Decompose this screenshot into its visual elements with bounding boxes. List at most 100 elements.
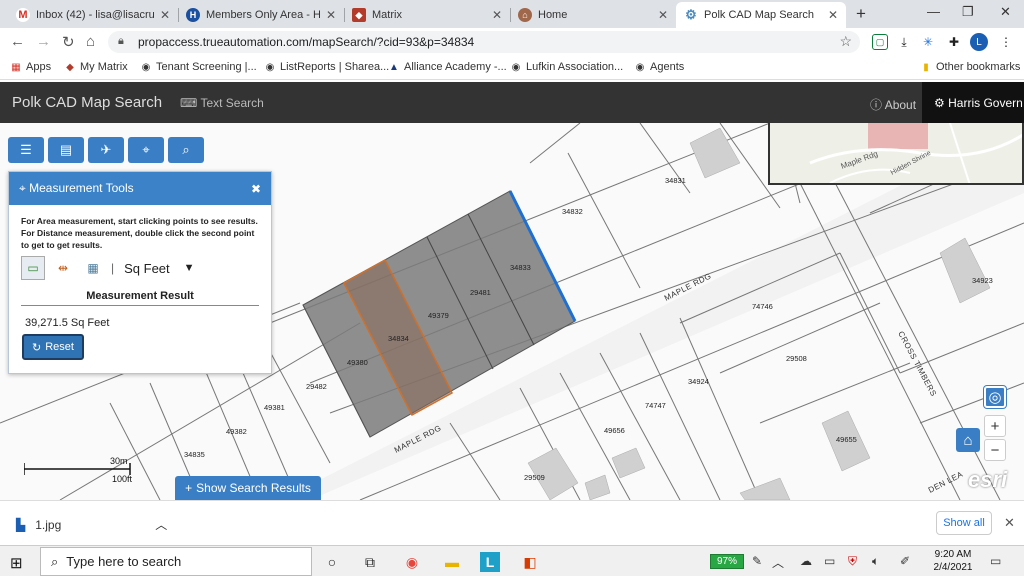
menu-icon[interactable]: ⋮ <box>998 34 1014 50</box>
basemap-button[interactable]: ▤ <box>48 137 84 163</box>
chrome-icon[interactable]: ◉ <box>400 550 424 574</box>
notifications-icon[interactable]: ▭ <box>990 554 1001 568</box>
bookmark-my-matrix[interactable]: ◆ My Matrix <box>64 61 128 73</box>
office-icon[interactable]: ◧ <box>518 550 542 574</box>
close-icon[interactable]: ✕ <box>828 8 838 22</box>
close-icon[interactable]: ✕ <box>160 8 170 22</box>
network-icon[interactable]: ▭ <box>824 554 835 568</box>
parcel-label: 49656 <box>604 426 625 435</box>
chevron-down-icon[interactable]: ▼ <box>184 262 195 274</box>
show-search-results-button[interactable]: + Show Search Results <box>175 476 321 500</box>
tab-label: Members Only Area - HAR.c <box>206 9 320 21</box>
locate-me-button[interactable]: ◎ <box>984 386 1006 408</box>
unit-select[interactable]: Sq Feet <box>124 261 170 276</box>
reload-icon[interactable]: ↻ <box>62 33 75 51</box>
matrix-icon: ◆ <box>66 61 74 73</box>
show-all-button[interactable]: Show all <box>936 511 992 535</box>
area-tool-button[interactable]: ▭ <box>21 256 45 280</box>
puzzle-icon[interactable]: ✚ <box>946 34 962 50</box>
extension-icon[interactable]: ✳ <box>920 34 936 50</box>
volume-icon[interactable]: 🔈︎ <box>872 554 879 569</box>
text-search-link[interactable]: ⌨ Text Search <box>180 96 264 110</box>
divider: | <box>111 261 115 275</box>
windows-start-icon[interactable]: ⊞ <box>10 554 23 572</box>
bookmark-alliance[interactable]: ▲ Alliance Academy -... <box>388 61 507 73</box>
clock[interactable]: 9:20 AM 2/4/2021 <box>930 548 976 574</box>
extension-icon[interactable]: ▢ <box>872 34 888 50</box>
chevron-up-icon[interactable]: ︿ <box>155 516 167 533</box>
bookmark-listreports[interactable]: ◉ ListReports | Sharea... <box>264 61 390 73</box>
close-icon[interactable]: ✕ <box>492 8 502 22</box>
bookmarks-bar: ▦ Apps ◆ My Matrix ◉ Tenant Screening |.… <box>0 56 1024 80</box>
close-icon[interactable]: ✖ <box>251 182 261 196</box>
zoom-out-button[interactable]: − <box>984 439 1006 461</box>
new-tab-icon[interactable]: + <box>856 4 866 24</box>
close-icon[interactable]: ✕ <box>326 8 336 22</box>
measurement-panel-header: ⌖ Measurement Tools ✖ <box>9 172 271 205</box>
file-explorer-icon[interactable]: ▬ <box>440 550 464 574</box>
parcel-label: 34833 <box>510 263 531 272</box>
close-icon[interactable]: ✕ <box>1004 515 1015 531</box>
tab-har[interactable]: H Members Only Area - HAR.c ✕ <box>178 2 344 28</box>
layers-button[interactable]: ☰ <box>8 137 44 163</box>
measure-button[interactable]: ✈ <box>88 137 124 163</box>
cortana-icon[interactable]: ○ <box>320 550 344 574</box>
home-extent-button[interactable]: ⌂ <box>956 428 980 452</box>
county-link[interactable]: ⚙ Harris Govern <box>922 82 1024 123</box>
search-button[interactable]: ⌕ <box>168 137 204 163</box>
gmail-icon: M <box>16 8 30 22</box>
bookmark-label: My Matrix <box>80 61 128 73</box>
scale-meters: 30m <box>110 456 128 466</box>
bookmark-star-icon[interactable]: ☆ <box>839 33 852 50</box>
bookmark-apps[interactable]: ▦ Apps <box>10 61 51 73</box>
parcel-label: 34832 <box>562 207 583 216</box>
bookmark-agents[interactable]: ◉ Agents <box>634 61 685 73</box>
minimize-icon[interactable]: — <box>927 4 940 19</box>
download-item[interactable]: ▙ 1.jpg ︿ <box>16 516 167 533</box>
bookmark-tenant-screening[interactable]: ◉ Tenant Screening |... <box>140 61 257 73</box>
cloud-icon[interactable]: ☁ <box>800 554 812 568</box>
bookmark-label: ListReports | Sharea... <box>280 61 390 73</box>
battery-indicator[interactable]: 97% <box>710 554 744 569</box>
app-header: Polk CAD Map Search ⌨ Text Search ⓘ Abou… <box>0 82 1024 123</box>
locate-button[interactable]: ⌖ <box>128 137 164 163</box>
pen-settings-icon[interactable]: ✐ <box>900 554 910 568</box>
app-title[interactable]: Polk CAD Map Search <box>12 94 162 111</box>
tab-matrix[interactable]: ◆ Matrix ✕ <box>344 2 510 28</box>
taskbar: ⊞ ⌕ Type here to search ○ ⧉ ◉ ▬ L ◧ 97% … <box>0 545 1024 576</box>
overview-map[interactable]: Maple Rdg Hidden Shrine <box>768 123 1024 185</box>
lock-icon: 🔒︎ <box>118 35 124 47</box>
download-icon[interactable]: ⤓ <box>896 34 912 50</box>
building <box>689 127 741 179</box>
back-icon[interactable]: ← <box>10 33 25 50</box>
forward-icon[interactable]: → <box>36 33 51 50</box>
close-icon[interactable]: ✕ <box>658 8 668 22</box>
task-view-icon[interactable]: ⧉ <box>358 550 382 574</box>
app-l-icon[interactable]: L <box>480 552 500 572</box>
pen-icon[interactable]: ✎ <box>752 554 762 568</box>
info-icon: ⓘ <box>870 98 883 112</box>
profile-avatar[interactable]: L <box>970 33 988 51</box>
restore-icon[interactable]: ❐ <box>962 4 974 20</box>
bookmark-lufkin[interactable]: ◉ Lufkin Association... <box>510 61 624 73</box>
overview-extent <box>868 123 928 149</box>
url-input[interactable]: 🔒︎ propaccess.trueautomation.com/mapSear… <box>108 31 860 53</box>
parcel-label: 34924 <box>688 377 709 386</box>
home-button-icon[interactable]: ⌂ <box>86 33 95 50</box>
zoom-in-button[interactable]: + <box>984 415 1006 437</box>
security-icon[interactable]: ⛨ <box>848 554 857 569</box>
taskbar-search-input[interactable]: ⌕ Type here to search <box>40 547 312 576</box>
map-view[interactable]: 34831 34832 34833 29481 49379 34834 4938… <box>0 123 1024 500</box>
bookmark-other[interactable]: ▮ Other bookmarks <box>920 61 1020 73</box>
distance-tool-button[interactable]: ⇹ <box>51 256 75 280</box>
chevron-up-icon[interactable]: ︿ <box>772 554 784 571</box>
measurement-result-value: 39,271.5 Sq Feet <box>25 317 110 329</box>
tab-home[interactable]: ⌂ Home ✕ <box>510 2 676 28</box>
reset-button[interactable]: ↻ Reset <box>22 334 84 360</box>
about-link[interactable]: ⓘ About <box>870 96 916 113</box>
tab-gmail[interactable]: M Inbox (42) - lisa@lisacruse.c ✕ <box>8 2 178 28</box>
tab-polk-cad[interactable]: ⚙ Polk CAD Map Search ✕ <box>676 2 846 28</box>
location-tool-button[interactable]: ▦ <box>81 256 105 280</box>
show-search-results-label: Show Search Results <box>196 481 311 495</box>
window-close-icon[interactable]: ✕ <box>1000 4 1011 20</box>
